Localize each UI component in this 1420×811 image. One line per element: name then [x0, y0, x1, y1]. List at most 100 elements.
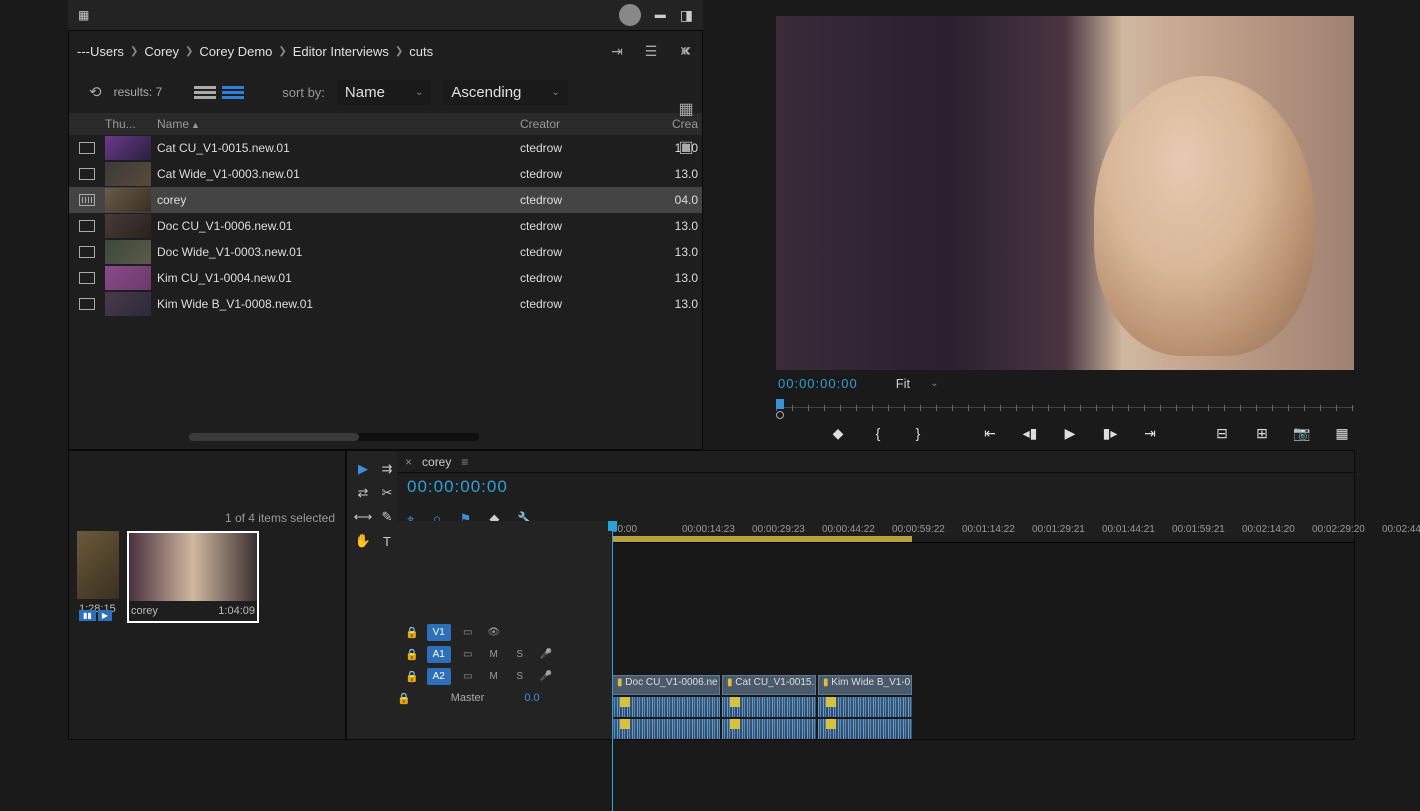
- breadcrumb-item[interactable]: Corey: [144, 44, 179, 59]
- video-clip[interactable]: ▮ Kim Wide B_V1-0: [818, 675, 912, 695]
- ripple-tool-icon[interactable]: ⇄: [353, 483, 373, 503]
- video-clip[interactable]: ▮ Doc CU_V1-0006.ne: [612, 675, 720, 695]
- column-creator[interactable]: Creator: [520, 117, 660, 131]
- sort-field-select[interactable]: Name⌄: [337, 80, 431, 105]
- work-area-bar[interactable]: [612, 536, 912, 542]
- step-back-icon[interactable]: ◂▮: [1020, 423, 1040, 443]
- breadcrumb-item[interactable]: cuts: [409, 44, 433, 59]
- track-label-a2[interactable]: A2: [427, 668, 451, 685]
- master-value[interactable]: 0.0: [524, 692, 539, 704]
- hand-tool-icon[interactable]: ✋: [353, 531, 373, 551]
- go-to-out-icon[interactable]: ⇥: [1140, 423, 1160, 443]
- column-name[interactable]: Name▲: [153, 117, 520, 131]
- topbar-icon[interactable]: ▬: [655, 9, 666, 21]
- bracket-in-icon[interactable]: {: [868, 423, 888, 443]
- table-row[interactable]: Kim Wide B_V1-0008.new.01 ctedrow 13.0: [69, 291, 702, 317]
- audio-clip[interactable]: [818, 719, 912, 739]
- media-thumb-selected[interactable]: corey1:04:09: [127, 531, 259, 623]
- toggle-output-icon[interactable]: 👁: [485, 625, 503, 639]
- table-row[interactable]: Doc CU_V1-0006.new.01 ctedrow 13.0: [69, 213, 702, 239]
- solo-button[interactable]: S: [511, 647, 529, 661]
- ruler-tick: 00:02:44: [1382, 524, 1420, 535]
- sync-lock-icon[interactable]: ▭: [459, 625, 477, 639]
- mute-button[interactable]: M: [485, 647, 503, 661]
- razor-tool-icon[interactable]: ✂: [377, 483, 397, 503]
- view-detail-button[interactable]: [222, 83, 244, 101]
- extract-icon[interactable]: ⊞: [1252, 423, 1272, 443]
- solo-button[interactable]: S: [511, 669, 529, 683]
- slip-tool-icon[interactable]: ⟷: [353, 507, 373, 527]
- collapse-icon[interactable]: «: [681, 40, 691, 61]
- sync-lock-icon[interactable]: ▭: [459, 647, 477, 661]
- breadcrumb-item[interactable]: Editor Interviews: [293, 44, 389, 59]
- pen-tool-icon[interactable]: ✎: [377, 507, 397, 527]
- program-viewport[interactable]: [776, 16, 1354, 370]
- table-row[interactable]: Cat CU_V1-0015.new.01 ctedrow 13.0: [69, 135, 702, 161]
- program-scrubber[interactable]: [776, 399, 1354, 417]
- audio-clip[interactable]: [612, 719, 720, 739]
- panel-icon[interactable]: ▦: [678, 99, 693, 119]
- voice-over-icon[interactable]: 🎤: [537, 669, 555, 683]
- selection-tool-icon[interactable]: ▶: [353, 459, 373, 479]
- column-thumbnail[interactable]: Thu...: [101, 117, 153, 131]
- lock-icon[interactable]: 🔒: [397, 692, 411, 705]
- audio-track-2[interactable]: [612, 719, 1354, 739]
- sync-lock-icon[interactable]: ▭: [459, 669, 477, 683]
- audio-track-header[interactable]: 🔒 A2 ▭ M S 🎤: [397, 665, 612, 687]
- tab-menu-icon[interactable]: ≡: [461, 455, 468, 469]
- timeline-tracks[interactable]: 00:0000:00:14:2300:00:29:2300:00:44:2200…: [612, 521, 1354, 739]
- playhead-handle[interactable]: [776, 399, 784, 409]
- table-row[interactable]: Cat Wide_V1-0003.new.01 ctedrow 13.0: [69, 161, 702, 187]
- master-track-header[interactable]: 🔒 Master 0.0: [397, 687, 612, 709]
- play-icon[interactable]: ▶: [1060, 423, 1080, 443]
- table-row[interactable]: corey ctedrow 04.0: [69, 187, 702, 213]
- track-select-tool-icon[interactable]: ⇉: [377, 459, 397, 479]
- lock-icon[interactable]: 🔒: [405, 648, 419, 661]
- lift-icon[interactable]: ⊟: [1212, 423, 1232, 443]
- sort-direction-select[interactable]: Ascending⌄: [443, 80, 567, 105]
- audio-clip[interactable]: [612, 697, 720, 717]
- view-list-button[interactable]: [194, 83, 216, 101]
- menu-icon[interactable]: ☰: [642, 42, 660, 60]
- comparison-icon[interactable]: ▦: [1332, 423, 1352, 443]
- track-label-a1[interactable]: A1: [427, 646, 451, 663]
- breadcrumb-item[interactable]: Corey Demo: [199, 44, 272, 59]
- audio-track-1[interactable]: [612, 697, 1354, 717]
- horizontal-scrollbar[interactable]: [189, 433, 479, 441]
- panel-icon[interactable]: ▣: [678, 137, 693, 157]
- audio-clip[interactable]: [722, 697, 816, 717]
- video-track-header[interactable]: 🔒 V1 ▭ 👁: [397, 621, 612, 643]
- topbar-icon[interactable]: ◨: [680, 7, 693, 24]
- import-icon[interactable]: ⇥: [608, 42, 626, 60]
- mark-in-icon[interactable]: ◆: [828, 423, 848, 443]
- step-forward-icon[interactable]: ▮▸: [1100, 423, 1120, 443]
- close-tab-icon[interactable]: ×: [405, 455, 412, 469]
- video-track[interactable]: ▮ Doc CU_V1-0006.ne▮ Cat CU_V1-0015.▮ Ki…: [612, 675, 1354, 695]
- go-to-in-icon[interactable]: ⇤: [980, 423, 1000, 443]
- table-row[interactable]: Doc Wide_V1-0003.new.01 ctedrow 13.0: [69, 239, 702, 265]
- timeline-timecode[interactable]: 00:00:00:00: [407, 477, 508, 497]
- lock-icon[interactable]: 🔒: [405, 670, 419, 683]
- audio-track-header[interactable]: 🔒 A1 ▭ M S 🎤: [397, 643, 612, 665]
- breadcrumb-item[interactable]: ---Users: [77, 44, 124, 59]
- audio-clip[interactable]: [818, 697, 912, 717]
- timeline-tab[interactable]: corey: [422, 455, 451, 469]
- timeline-playhead[interactable]: [612, 521, 613, 811]
- refresh-icon[interactable]: ⟲: [89, 83, 102, 101]
- bracket-out-icon[interactable]: }: [908, 423, 928, 443]
- type-tool-icon[interactable]: T: [377, 531, 397, 551]
- program-timecode[interactable]: 00:00:00:00: [778, 376, 858, 391]
- lock-icon[interactable]: 🔒: [405, 626, 419, 639]
- mute-button[interactable]: M: [485, 669, 503, 683]
- app-icon[interactable]: ▦: [78, 8, 89, 22]
- table-row[interactable]: Kim CU_V1-0004.new.01 ctedrow 13.0: [69, 265, 702, 291]
- media-thumb[interactable]: ▮▮▶ 1:28:15: [77, 531, 119, 623]
- video-clip[interactable]: ▮ Cat CU_V1-0015.: [722, 675, 816, 695]
- user-avatar[interactable]: [619, 4, 641, 26]
- audio-clip[interactable]: [722, 719, 816, 739]
- voice-over-icon[interactable]: 🎤: [537, 647, 555, 661]
- export-frame-icon[interactable]: 📷: [1292, 423, 1312, 443]
- zoom-select[interactable]: Fit⌄: [896, 376, 939, 391]
- timeline-ruler[interactable]: 00:0000:00:14:2300:00:29:2300:00:44:2200…: [612, 521, 1354, 543]
- track-label-v1[interactable]: V1: [427, 624, 451, 641]
